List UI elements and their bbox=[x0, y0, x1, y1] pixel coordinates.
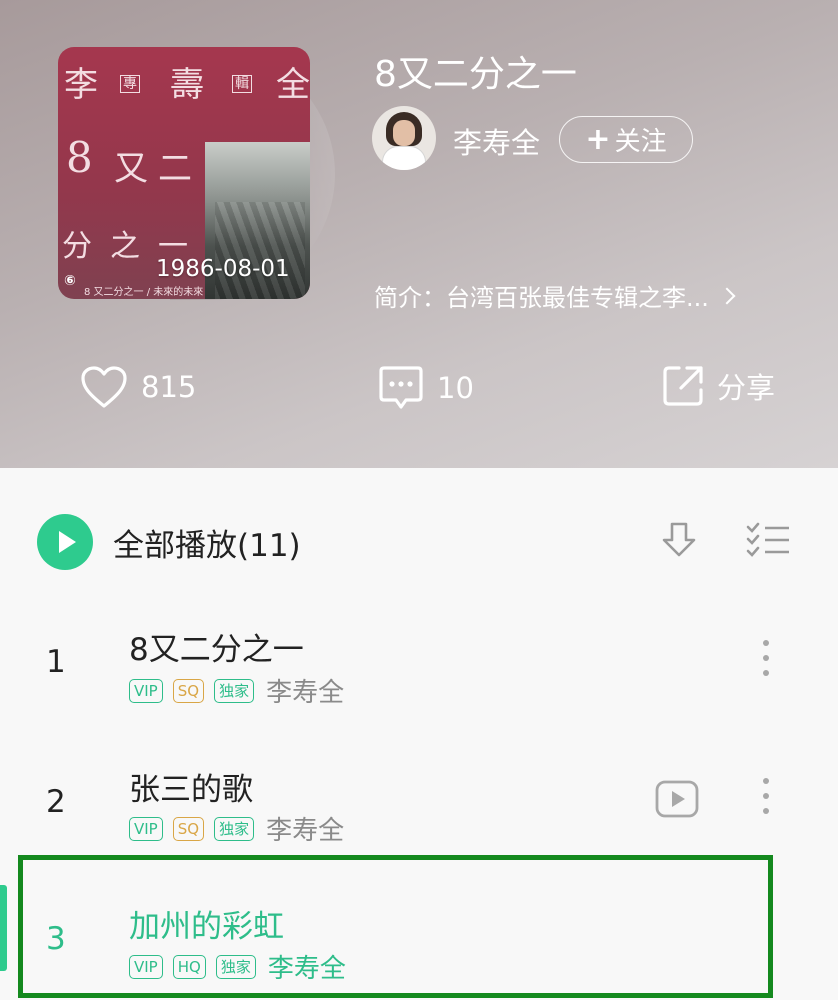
comment-button[interactable]: 10 bbox=[377, 364, 474, 412]
vip-badge: VIP bbox=[129, 678, 163, 703]
exclusive-badge: 独家 bbox=[214, 816, 255, 841]
label-logo-icon: ⑥ bbox=[64, 273, 76, 289]
follow-label: 关注 bbox=[614, 127, 667, 157]
intro-text: 简介：台湾百张最佳专辑之李... bbox=[374, 284, 709, 312]
song-tags: VIP HQ 独家 李寿全 bbox=[129, 948, 346, 985]
vip-badge: VIP bbox=[129, 954, 163, 979]
cover-text: 全 bbox=[276, 65, 310, 105]
avatar-face bbox=[393, 120, 415, 146]
album-title: 8又二分之一 bbox=[374, 54, 577, 95]
sq-badge: SQ bbox=[172, 816, 205, 841]
song-tags: VIP SQ 独家 李寿全 bbox=[129, 672, 344, 709]
song-artist: 李寿全 bbox=[267, 954, 346, 984]
vip-badge: VIP bbox=[129, 816, 163, 841]
play-all-button[interactable] bbox=[37, 514, 93, 570]
share-label: 分享 bbox=[717, 371, 776, 405]
cover-text: 又 bbox=[114, 149, 148, 189]
artist-name[interactable]: 李寿全 bbox=[453, 120, 540, 162]
cover-text: 分 bbox=[62, 229, 92, 264]
album-cover[interactable]: 李 專 壽 輯 全 8 又 二 分 之 一 ⑥ 8 又二分之一 / 未來的未來 … bbox=[58, 47, 310, 299]
song-number: 2 bbox=[46, 784, 66, 820]
download-icon[interactable] bbox=[659, 520, 699, 560]
song-title: 张三的歌 bbox=[129, 772, 253, 808]
avatar-shirt bbox=[382, 146, 426, 170]
play-all-label[interactable]: 全部播放(11) bbox=[113, 520, 301, 565]
multi-select-icon[interactable] bbox=[745, 522, 791, 558]
comment-icon bbox=[379, 366, 423, 409]
plus-icon: + bbox=[585, 121, 611, 157]
song-tags: VIP SQ 独家 李寿全 bbox=[129, 810, 344, 847]
share-icon bbox=[663, 366, 703, 406]
album-header: 李 專 壽 輯 全 8 又 二 分 之 一 ⑥ 8 又二分之一 / 未來的未來 … bbox=[0, 0, 838, 468]
song-row[interactable]: 2 张三的歌 VIP SQ 独家 李寿全 bbox=[0, 738, 838, 876]
hq-badge: HQ bbox=[172, 954, 206, 979]
cover-text: 李 bbox=[64, 65, 98, 105]
follow-button[interactable]: + 关注 bbox=[559, 116, 693, 163]
comment-count: 10 bbox=[437, 371, 474, 405]
artist-avatar[interactable] bbox=[372, 106, 436, 170]
exclusive-badge: 独家 bbox=[214, 678, 255, 703]
mv-play-icon[interactable] bbox=[655, 780, 699, 818]
more-options-icon[interactable] bbox=[760, 640, 772, 684]
exclusive-badge: 独家 bbox=[215, 954, 256, 979]
chevron-right-icon bbox=[718, 287, 736, 304]
sq-badge: SQ bbox=[172, 678, 205, 703]
release-date: 1986-08-01 bbox=[156, 256, 290, 282]
like-count: 815 bbox=[141, 370, 197, 404]
like-button[interactable]: 815 bbox=[79, 364, 196, 410]
cover-text: 壽 bbox=[170, 65, 204, 105]
song-row[interactable]: 1 8又二分之一 VIP SQ 独家 李寿全 bbox=[0, 600, 838, 738]
cover-text: 輯 bbox=[232, 75, 252, 93]
song-number: 3 bbox=[46, 921, 66, 957]
cover-text: 二 bbox=[158, 149, 192, 189]
song-title: 8又二分之一 bbox=[129, 632, 304, 668]
album-intro[interactable]: 简介：台湾百张最佳专辑之李... bbox=[374, 278, 794, 313]
cover-text: 8 bbox=[66, 133, 93, 182]
cover-text: 專 bbox=[120, 75, 140, 93]
heart-icon bbox=[81, 366, 127, 408]
song-number: 1 bbox=[46, 644, 66, 680]
share-button[interactable]: 分享 bbox=[661, 364, 775, 408]
song-artist: 李寿全 bbox=[266, 816, 345, 846]
cover-subtitle: 8 又二分之一 / 未來的未來 bbox=[84, 287, 204, 298]
song-row[interactable]: 3 加州的彩虹 VIP HQ 独家 李寿全 bbox=[0, 876, 838, 1000]
more-options-icon[interactable] bbox=[760, 778, 772, 822]
song-artist: 李寿全 bbox=[266, 678, 345, 708]
song-title: 加州的彩虹 bbox=[129, 909, 284, 945]
cover-text: 之 bbox=[110, 229, 140, 264]
